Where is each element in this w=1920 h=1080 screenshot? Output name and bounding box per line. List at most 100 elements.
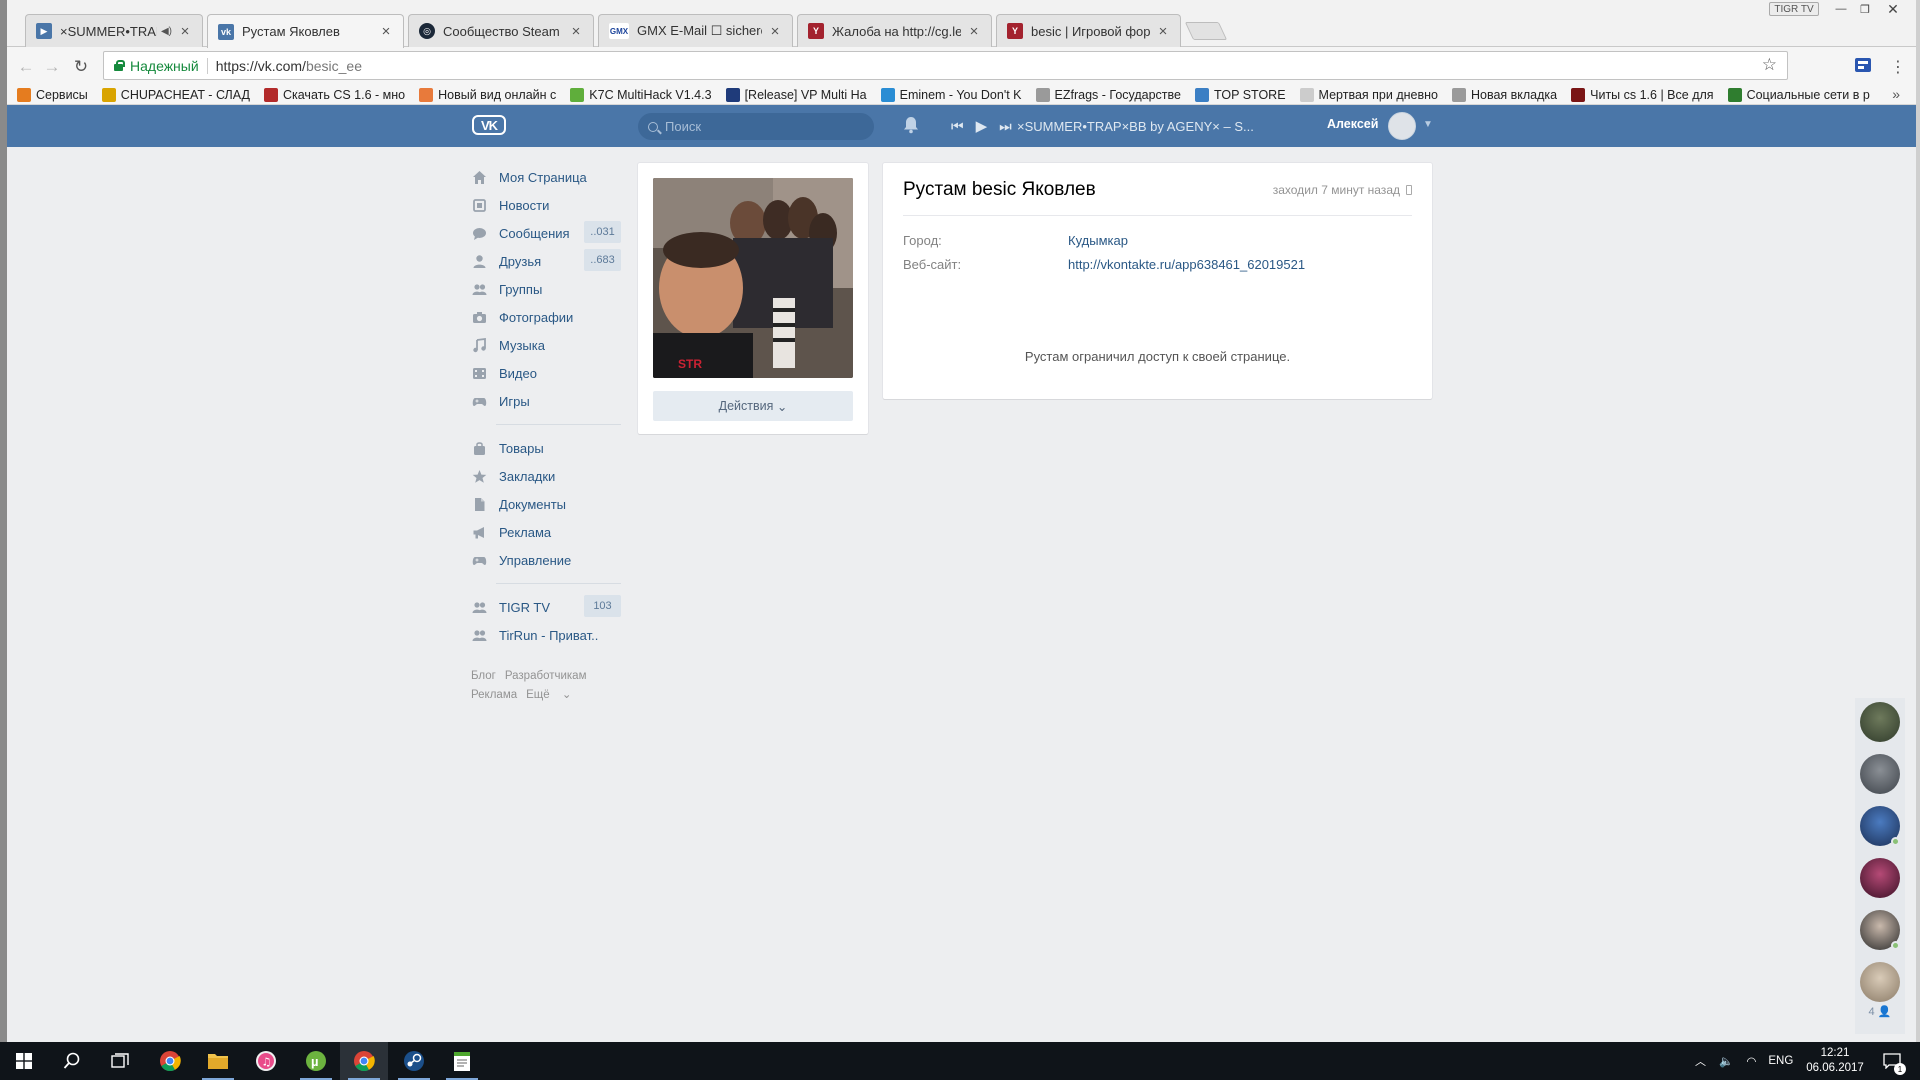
profile-photo[interactable]: STR	[653, 178, 853, 378]
speaker-icon[interactable]: ◀)	[161, 26, 172, 37]
bookmark-item[interactable]: Читы cs 1.6 | Все для	[1571, 87, 1714, 102]
language-indicator[interactable]: ENG	[1768, 1055, 1793, 1067]
search-input[interactable]: Поиск	[638, 113, 874, 140]
new-tab-button[interactable]	[1184, 22, 1228, 40]
user-name[interactable]: Алексей	[1327, 117, 1378, 131]
bookmark-item[interactable]: [Release] VP Multi Ha	[725, 87, 867, 102]
vk-logo[interactable]: VK	[472, 115, 506, 135]
bookmark-item[interactable]: Мертвая при дневно	[1299, 87, 1438, 102]
close-window-icon[interactable]: ✕	[1878, 0, 1908, 18]
menu-item[interactable]: Игры	[471, 387, 621, 415]
back-icon[interactable]: ←	[15, 56, 37, 78]
menu-item[interactable]: TirRun - Приват..	[471, 621, 621, 649]
menu-item[interactable]: Новости	[471, 191, 621, 219]
bookmark-star-icon[interactable]: ☆	[1762, 55, 1777, 75]
tab-gmx[interactable]: GMX GMX E-Mail ☐ sichere ×	[598, 14, 793, 47]
bookmark-item[interactable]: Социальные сети в р	[1727, 87, 1870, 102]
utorrent-taskbar-button[interactable]: µ	[292, 1042, 340, 1080]
tab-music[interactable]: ▶ ×SUMMER•TRAP×BB ◀) ×	[25, 14, 203, 47]
extension-icon[interactable]	[1854, 56, 1872, 74]
forward-icon[interactable]: →	[41, 56, 63, 78]
menu-item[interactable]: Видео	[471, 359, 621, 387]
chrome-taskbar-button[interactable]	[146, 1042, 194, 1080]
star-icon	[472, 469, 487, 484]
chat-avatar[interactable]	[1860, 962, 1900, 1002]
minimize-icon[interactable]: —	[1830, 0, 1852, 18]
start-button[interactable]	[0, 1042, 48, 1080]
next-track-icon[interactable]: ⏭	[999, 118, 1012, 135]
play-icon[interactable]: ▶	[976, 117, 988, 135]
menu-item[interactable]: TIGR TV 103	[471, 593, 621, 621]
tab-complaint[interactable]: Y Жалоба на http://cg.lequ ×	[797, 14, 992, 47]
menu-item[interactable]: Музыка	[471, 331, 621, 359]
url-host: https://vk.com/	[215, 57, 306, 74]
show-hidden-icons-icon[interactable]: ︿	[1695, 1053, 1706, 1069]
bookmark-item[interactable]: Новая вкладка	[1451, 87, 1557, 102]
close-tab-icon[interactable]: ×	[178, 23, 192, 40]
itunes-taskbar-button[interactable]: ♫	[242, 1042, 290, 1080]
bookmark-item[interactable]: Новый вид онлайн с	[419, 87, 556, 102]
footer-ads-link[interactable]: Реклама	[471, 689, 517, 701]
p-icon	[419, 87, 434, 102]
menu-item-label: Реклама	[499, 524, 552, 540]
task-view-button[interactable]	[96, 1042, 144, 1080]
apps-icon	[17, 87, 31, 102]
chat-avatar[interactable]	[1860, 754, 1900, 794]
bookmark-item[interactable]: Сервисы	[17, 87, 88, 102]
menu-item[interactable]: Закладки	[471, 462, 621, 490]
menu-item-label: Документы	[499, 496, 567, 512]
search-taskbar-button[interactable]	[48, 1042, 96, 1080]
menu-item[interactable]: Документы	[471, 490, 621, 518]
address-bar[interactable]: Надежный https://vk.com/besic_ee ☆	[103, 51, 1788, 80]
previous-track-icon[interactable]: ⏮	[951, 118, 964, 135]
bookmark-item[interactable]: TOP STORE	[1194, 87, 1286, 102]
menu-icon[interactable]: ⋮	[1887, 56, 1909, 78]
bookmark-item[interactable]: CHUPACHEAT - СЛАД	[101, 87, 250, 102]
actions-button[interactable]: Действия ⌄	[653, 391, 853, 421]
taskbar-clock[interactable]: 12:21 06.06.2017	[1800, 1046, 1870, 1076]
menu-item[interactable]: Группы	[471, 275, 621, 303]
reload-icon[interactable]: ↻	[70, 56, 92, 78]
volume-icon[interactable]: 🔈	[1719, 1054, 1733, 1068]
close-tab-icon[interactable]: ×	[768, 23, 782, 40]
avatar[interactable]	[1388, 112, 1416, 140]
profile-badge[interactable]: TIGR TV	[1769, 2, 1819, 16]
footer-blog-link[interactable]: Блог	[471, 670, 496, 682]
chevron-down-icon[interactable]: ▼	[1423, 119, 1433, 130]
bookmark-item[interactable]: EZfrags - Государстве	[1035, 87, 1181, 102]
explorer-taskbar-button[interactable]	[194, 1042, 242, 1080]
close-tab-icon[interactable]: ×	[569, 23, 583, 40]
bookmark-item[interactable]: K7C MultiHack V1.4.3	[570, 87, 712, 102]
bell-icon[interactable]	[903, 116, 919, 134]
chat-avatar[interactable]	[1860, 702, 1900, 742]
chat-avatar[interactable]	[1860, 858, 1900, 898]
menu-item[interactable]: Товары	[471, 434, 621, 462]
action-center-button[interactable]: 1	[1872, 1042, 1912, 1080]
menu-item[interactable]: Реклама	[471, 518, 621, 546]
menu-item[interactable]: Сообщения ..031	[471, 219, 621, 247]
more-bookmarks-icon[interactable]: »	[1892, 86, 1900, 102]
current-track[interactable]: ×SUMMER•TRAP×BB by AGENY× – S...	[1017, 119, 1254, 134]
close-tab-icon[interactable]: ×	[1156, 23, 1170, 40]
notepad-taskbar-button[interactable]	[438, 1042, 486, 1080]
tab-vk-profile[interactable]: vk Рустам Яковлев ×	[207, 14, 404, 48]
footer-dev-link[interactable]: Разработчикам	[505, 670, 587, 682]
menu-item[interactable]: Управление	[471, 546, 621, 574]
network-icon[interactable]: ◠	[1746, 1054, 1756, 1068]
bookmark-item[interactable]: Скачать CS 1.6 - мно	[263, 87, 405, 102]
city-link[interactable]: Кудымкар	[1068, 233, 1128, 248]
chrome-active-taskbar-button[interactable]	[340, 1042, 388, 1080]
menu-item[interactable]: Моя Страница	[471, 163, 621, 191]
footer-more-link[interactable]: Ещё ⌄	[526, 689, 571, 701]
online-friends-count[interactable]: 4 👤	[1855, 1005, 1905, 1018]
close-tab-icon[interactable]: ×	[379, 23, 393, 40]
menu-item[interactable]: Фотографии	[471, 303, 621, 331]
tab-steam[interactable]: ◎ Сообщество Steam :: De ×	[408, 14, 594, 47]
tab-forum[interactable]: Y besic | Игровой форум ×	[996, 14, 1181, 47]
website-link[interactable]: http://vkontakte.ru/app638461_62019521	[1068, 257, 1305, 272]
close-tab-icon[interactable]: ×	[967, 23, 981, 40]
menu-item[interactable]: Друзья ..683	[471, 247, 621, 275]
steam-taskbar-button[interactable]	[390, 1042, 438, 1080]
bookmark-item[interactable]: Eminem - You Don't K	[880, 87, 1022, 102]
restore-icon[interactable]: ❐	[1854, 0, 1876, 18]
